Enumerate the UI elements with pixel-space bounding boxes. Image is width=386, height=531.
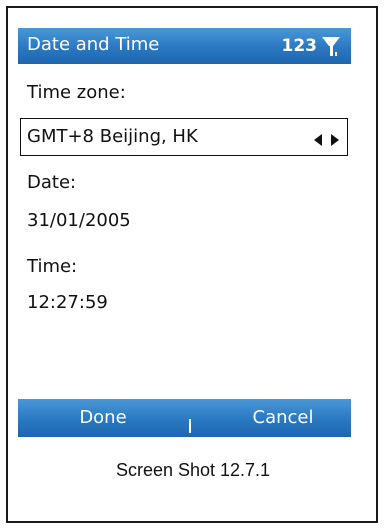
settings-content: Time zone: GMT+8 Beijing, HK Date: 31/01… [18,64,351,399]
time-label: Time: [27,256,78,277]
figure-caption: Screen Shot 12.7.1 [115,460,271,480]
softkey-bar: Done Cancel [18,399,351,437]
arrow-left-icon[interactable] [314,131,322,150]
input-mode-indicator: 123 [281,36,318,56]
date-field[interactable]: 31/01/2005 [27,210,131,232]
time-zone-value: GMT+8 Beijing, HK [27,126,198,147]
arrow-right-icon[interactable] [331,131,339,150]
title-bar: Date and Time 123 [18,28,351,64]
date-label: Date: [27,172,77,193]
time-zone-label: Time zone: [27,82,126,103]
antenna-signal-icon [321,34,341,58]
status-area: 123 [282,34,342,58]
time-zone-arrows[interactable] [314,131,339,150]
softkey-divider [189,419,191,433]
cancel-button[interactable]: Cancel [233,407,333,429]
time-zone-picker[interactable]: GMT+8 Beijing, HK [20,118,348,156]
done-button[interactable]: Done [58,407,148,429]
window-title: Date and Time [27,34,160,55]
time-field[interactable]: 12:27:59 [27,292,108,314]
